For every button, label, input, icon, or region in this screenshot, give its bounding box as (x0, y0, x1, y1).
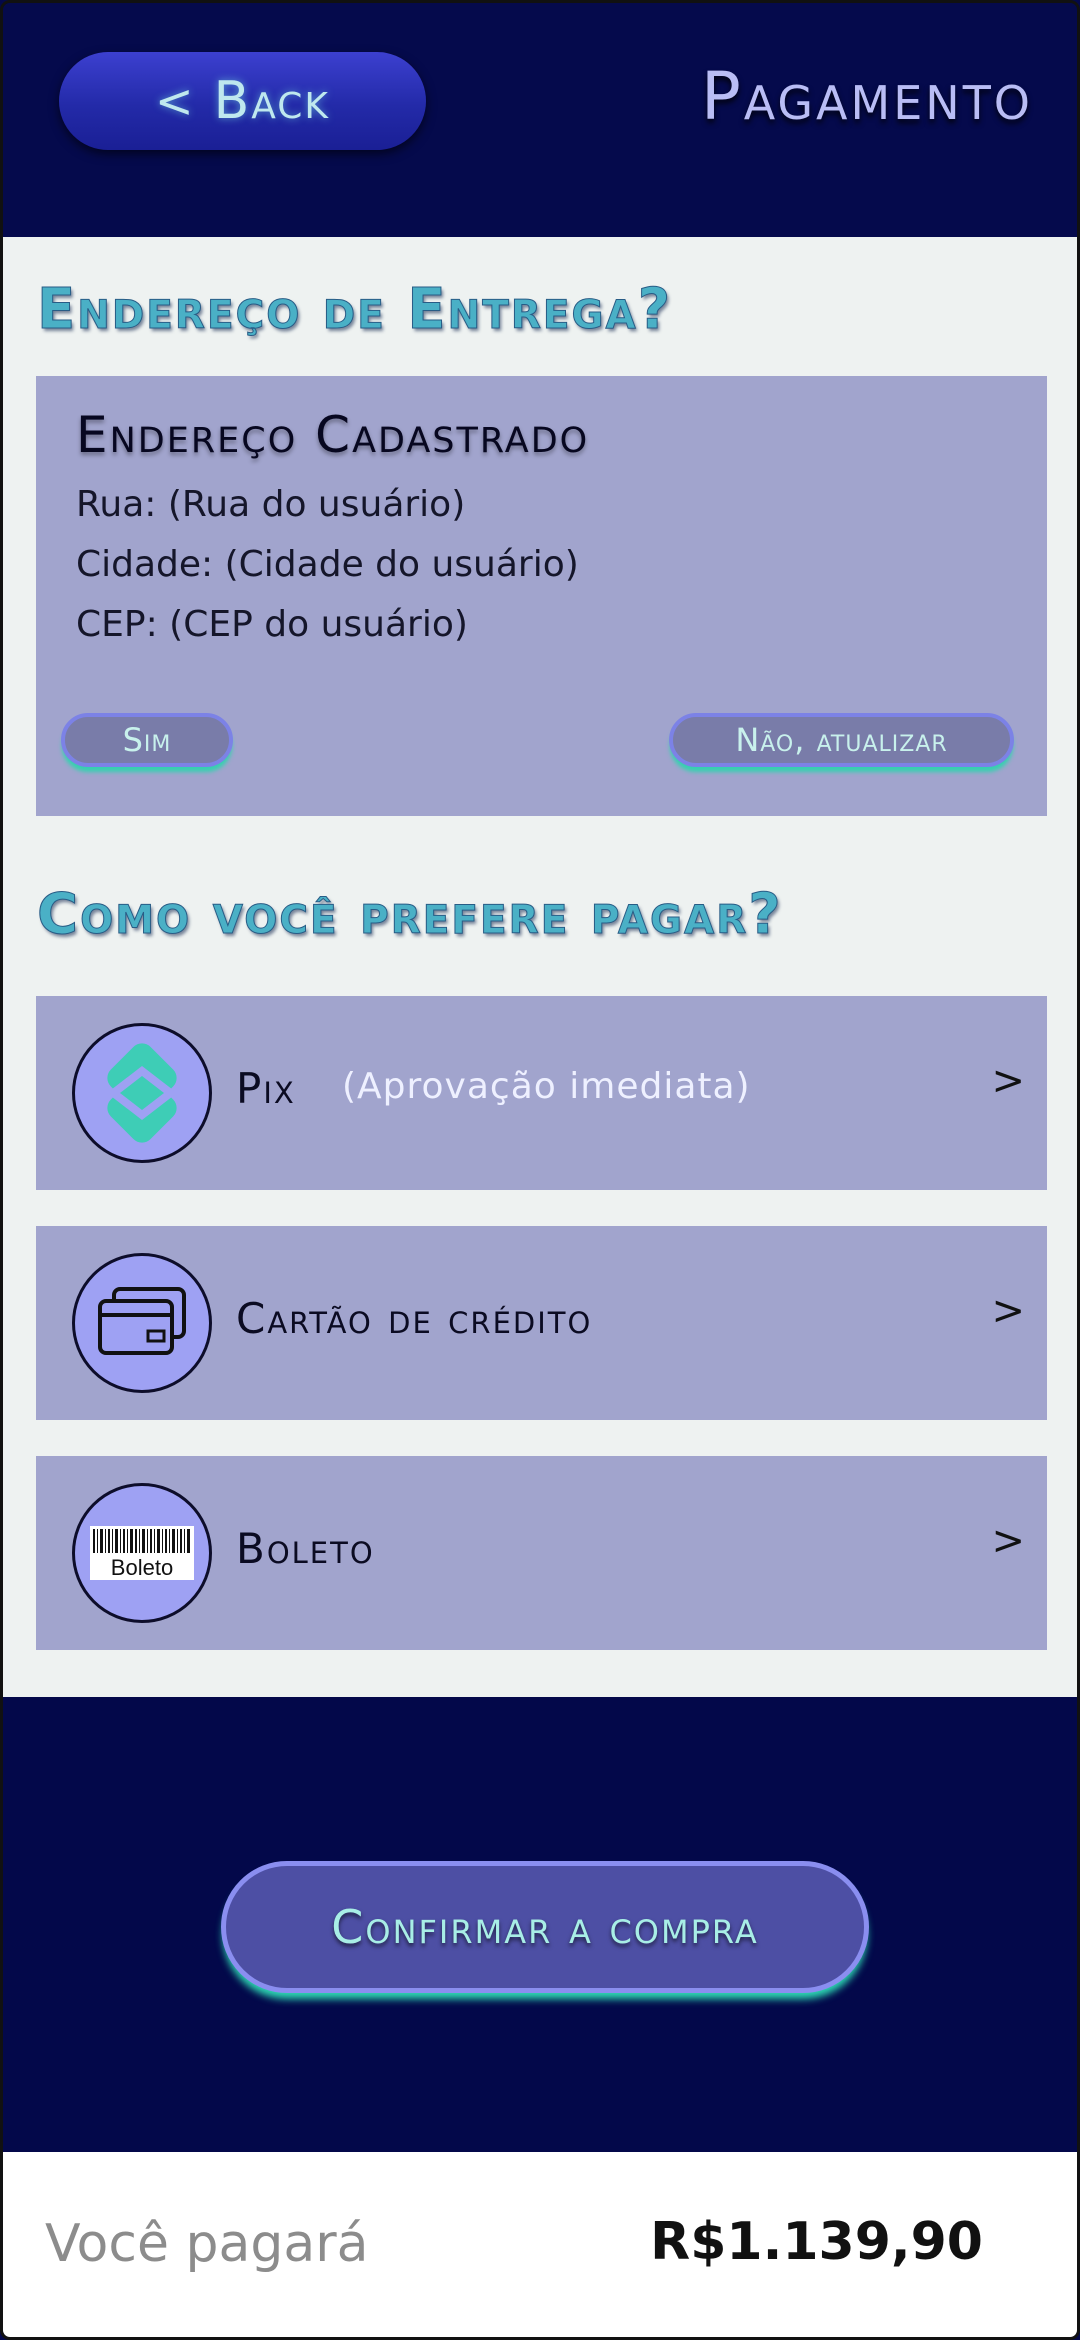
chevron-right-icon: > (991, 1058, 1025, 1104)
main-content: Endereço de Entrega? Endereço Cadastrado… (3, 237, 1077, 1697)
address-street: Rua: (Rua do usuário) (76, 484, 466, 525)
payment-option-pix[interactable]: Pix (Aprovação imediata) > (36, 996, 1047, 1190)
payment-option-credit-card[interactable]: Cartão de crédito > (36, 1226, 1047, 1420)
update-address-button[interactable]: Não, atualizar (669, 713, 1014, 767)
back-label: Back (213, 71, 330, 131)
address-city: Cidade: (Cidade do usuário) (76, 544, 579, 585)
address-card-title: Endereço Cadastrado (76, 406, 590, 464)
chevron-left-icon: < (155, 74, 196, 128)
page-title: Pagamento (700, 58, 1033, 135)
credit-card-icon (72, 1253, 212, 1393)
pix-icon (72, 1023, 212, 1163)
boleto-icon-text: Boleto (111, 1555, 173, 1580)
payment-section-title: Como você prefere pagar? (37, 882, 783, 948)
boleto-barcode-icon: Boleto (72, 1483, 212, 1623)
total-label: Você pagará (45, 2214, 369, 2274)
confirm-address-button[interactable]: Sim (61, 713, 233, 767)
boleto-label: Boleto (236, 1524, 375, 1573)
chevron-right-icon: > (991, 1288, 1025, 1334)
pix-label: Pix (236, 1064, 296, 1113)
address-section-title: Endereço de Entrega? (36, 277, 673, 343)
total-value: R$1.139,90 (650, 2212, 983, 2272)
chevron-right-icon: > (991, 1518, 1025, 1564)
payment-option-boleto[interactable]: Boleto Boleto > (36, 1456, 1047, 1650)
back-button[interactable]: < Back (59, 52, 426, 150)
pix-note: (Aprovação imediata) (342, 1066, 751, 1107)
payment-screen: < Back Pagamento Endereço de Entrega? En… (0, 0, 1080, 2340)
credit-card-label: Cartão de crédito (236, 1294, 593, 1343)
header: < Back Pagamento (3, 3, 1077, 237)
address-cep: CEP: (CEP do usuário) (76, 604, 468, 645)
total-footer: Você pagará R$1.139,90 (3, 2152, 1077, 2337)
confirm-purchase-button[interactable]: Confirmar a compra (221, 1861, 869, 1993)
address-card: Endereço Cadastrado Rua: (Rua do usuário… (36, 376, 1047, 816)
